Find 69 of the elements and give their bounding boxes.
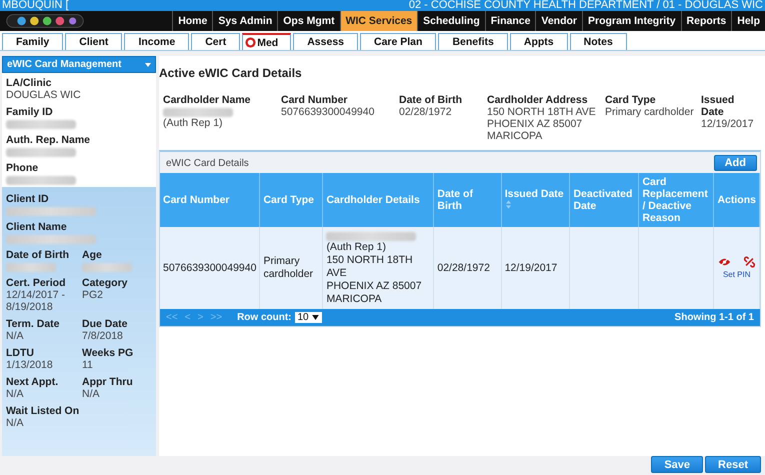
- tab[interactable]: Family: [2, 33, 64, 50]
- field-value: 12/19/2017: [701, 118, 755, 130]
- showing-count: Showing 1-1 of 1: [674, 312, 754, 323]
- tab[interactable]: Care Plan: [360, 33, 436, 50]
- field-value: 150 NORTH 18TH AVE: [487, 106, 597, 118]
- cell-line: (Auth Rep 1): [326, 241, 387, 254]
- tab[interactable]: Appts: [510, 33, 568, 50]
- tab[interactable]: Benefits: [438, 33, 508, 50]
- set-pin-link[interactable]: Set PIN: [722, 270, 751, 278]
- field-value: N/A: [6, 330, 25, 342]
- eye-slash-icon[interactable]: [718, 256, 731, 268]
- field-label: Auth. Rep. Name: [6, 134, 92, 146]
- field-value: 11: [82, 359, 94, 371]
- tab[interactable]: Med: [242, 33, 292, 50]
- field-value: 7/8/2018: [82, 330, 124, 342]
- field-label: Due Date: [82, 318, 129, 330]
- field-value: DOUGLAS WIC: [6, 89, 82, 101]
- field-label: Cardholder Name: [163, 94, 252, 106]
- field-label: Category: [82, 277, 129, 289]
- broken-link-icon[interactable]: [742, 256, 756, 268]
- field-label: LA/Clinic: [6, 77, 53, 89]
- tab[interactable]: Notes: [570, 33, 627, 50]
- field-label: Wait Listed On: [6, 405, 80, 417]
- tab[interactable]: Cert: [191, 33, 240, 50]
- field-label: Cardholder Address: [487, 94, 589, 106]
- handprint-logo-icon: [6, 13, 84, 29]
- field-value: N/A: [82, 388, 101, 400]
- cell-line: 150 NORTH 18TH AVE: [326, 254, 414, 280]
- field-value: 12/14/2017 - 8/19/2018: [6, 289, 66, 313]
- caret-icon: [312, 315, 319, 320]
- field-label: Issued Date: [701, 94, 736, 118]
- field-label: Card Number: [281, 94, 349, 106]
- field-label: Family ID: [6, 106, 54, 118]
- field-label: Date of Birth: [399, 94, 463, 106]
- row-count-label: Row count:: [237, 312, 292, 323]
- alert-badge-icon: [245, 37, 256, 48]
- field-label: Date of Birth: [6, 249, 70, 261]
- field-label: Next Appt.: [6, 376, 60, 388]
- agency-title: 02 - COCHISE COUNTY HEALTH DEPARTMENT / 01 - DOUGLAS WIC: [408, 0, 763, 11]
- field-value: N/A: [6, 388, 25, 400]
- tab[interactable]: Client: [65, 33, 122, 50]
- tab[interactable]: Assess: [293, 33, 358, 50]
- field-value: PG2: [82, 289, 104, 301]
- field-value: PHOENIX AZ 85007: [487, 118, 584, 130]
- field-label: Client Name: [6, 221, 68, 233]
- field-value: 02/28/1972: [399, 106, 453, 118]
- field-label: Card Type: [605, 94, 657, 106]
- field-label: Phone: [6, 162, 40, 174]
- field-value: 5076639300049940: [281, 106, 376, 118]
- field-label: Client ID: [6, 193, 50, 205]
- field-label: Appr Thru: [82, 376, 134, 388]
- user-name: MBOUQUIN [: [2, 0, 69, 11]
- field-value: 1/13/2018: [6, 359, 54, 371]
- field-label: Weeks PG: [82, 347, 134, 359]
- section-title: Active eWIC Card Details: [159, 66, 303, 80]
- field-value: (Auth Rep 1): [163, 117, 224, 129]
- row-count-select[interactable]: 10: [294, 312, 322, 323]
- field-value: MARICOPA: [487, 130, 544, 142]
- cell-line: PHOENIX AZ 85007: [326, 280, 423, 293]
- field-value: Primary cardholder: [605, 106, 695, 118]
- panel-title: eWIC Card Details: [166, 158, 249, 168]
- field-label: Cert. Period: [6, 277, 67, 289]
- tab[interactable]: Income: [124, 33, 190, 50]
- field-value: N/A: [6, 417, 25, 429]
- cell-line: MARICOPA: [326, 293, 383, 306]
- menu-item[interactable]: WIC Services: [340, 11, 418, 31]
- field-label: Term. Date: [6, 318, 60, 330]
- field-label: Age: [82, 249, 103, 261]
- field-label: LDTU: [6, 347, 35, 359]
